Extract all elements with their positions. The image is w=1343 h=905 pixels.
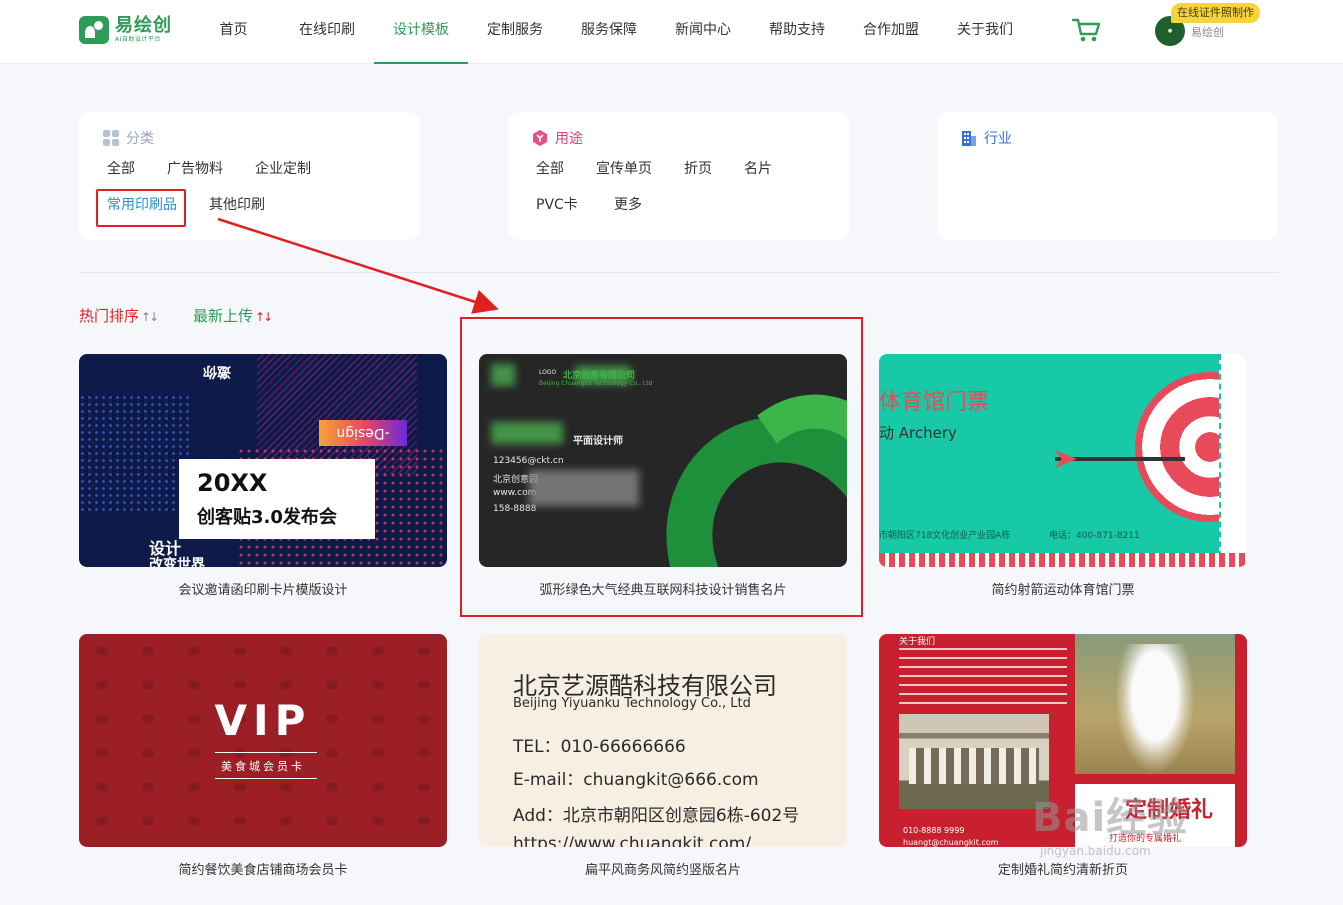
logo-mark-icon (79, 16, 109, 44)
couple-photo (1075, 634, 1235, 774)
nav-home[interactable]: 首页 (187, 0, 280, 64)
nav-design-templates[interactable]: 设计模板 (374, 0, 468, 64)
sort-hot-tab[interactable]: 热门排序 ↑↓ (79, 305, 159, 326)
section-divider (79, 272, 1279, 273)
industry-filter-title: 行业 (984, 131, 1012, 147)
usage-filter-title: 用途 (555, 131, 583, 147)
usage-option-pvc-card[interactable]: PVC卡 (536, 195, 578, 215)
usage-option-brochure[interactable]: 折页 (684, 159, 712, 179)
template-card[interactable]: VIP 美食城会员卡 简约餐饮美食店铺商场会员卡 (79, 634, 447, 882)
thumb-company-en: Beijing Chuangkit Technology Co., Ltd (539, 380, 653, 387)
template-caption[interactable]: 定制婚礼简约清新折页 (879, 859, 1247, 878)
thumb-slogan: 打造你的专属婚礼 (1109, 834, 1182, 844)
thumb-phone: TEL：010-66666666 (513, 737, 686, 757)
thumb-role: 平面设计师 (573, 436, 623, 447)
top-header: 易绘创 AI自助设计平台 首页 在线印刷 设计模板 定制服务 服务保障 新闻中心… (0, 0, 1343, 64)
thumb-phone: 电话：400-871-8211 (1049, 531, 1140, 541)
category-option-all[interactable]: 全部 (107, 159, 135, 179)
sort-arrows-icon: ↑↓ (255, 310, 273, 324)
template-thumbnail[interactable]: 邀你 -Design 20XX 创客贴3.0发布会 设计 改变世界 (79, 354, 447, 567)
usage-option-all[interactable]: 全部 (536, 159, 564, 179)
thumb-company-en: Beijing Yiyuanku Technology Co., Ltd (513, 696, 751, 711)
template-caption[interactable]: 简约餐饮美食店铺商场会员卡 (79, 859, 447, 878)
thumb-address: Add：北京市朝阳区创意园6栋-602号 (513, 806, 800, 826)
nav-help[interactable]: 帮助支持 (750, 0, 844, 64)
thumb-heading: 定制婚礼 (1125, 798, 1214, 823)
template-caption[interactable]: 弧形绿色大气经典互联网科技设计销售名片 (479, 579, 847, 598)
building-photo (899, 714, 1049, 809)
site-logo[interactable]: 易绘创 AI自助设计平台 (79, 15, 172, 45)
usage-option-flyer[interactable]: 宣传单页 (596, 159, 652, 179)
id-photo-badge[interactable]: 在线证件照制作 (1171, 3, 1260, 23)
thumb-email: 123456@ckt.cn (493, 456, 564, 466)
thumb-mirror-text: 邀你 (203, 363, 231, 379)
logo-subtitle: AI自助设计平台 (115, 36, 161, 43)
logo-name: 易绘创 (115, 15, 172, 36)
template-caption[interactable]: 简约射箭运动体育馆门票 (879, 579, 1247, 598)
main-nav: 首页 在线印刷 设计模板 定制服务 服务保障 新闻中心 帮助支持 合作加盟 关于… (187, 0, 1032, 64)
thumb-phone: 010-8888 9999 (903, 826, 965, 835)
template-card[interactable]: LOGO 北京创意有限公司 Beijing Chuangkit Technolo… (479, 354, 847, 602)
nav-service-guarantee[interactable]: 服务保障 (562, 0, 656, 64)
category-option-other-print[interactable]: 其他印刷 (209, 195, 265, 215)
thumb-subheading: 创客贴3.0发布会 (197, 507, 337, 528)
thumb-subtitle: 动 Archery (879, 424, 957, 442)
nav-partnership[interactable]: 合作加盟 (844, 0, 938, 64)
nav-online-print[interactable]: 在线印刷 (280, 0, 374, 64)
sort-arrows-icon: ↑↓ (141, 310, 159, 324)
grid-icon (103, 130, 119, 146)
usage-option-business-card[interactable]: 名片 (744, 159, 772, 179)
thumb-design-tag: -Design (319, 420, 407, 446)
template-thumbnail[interactable]: LOGO 北京创意有限公司 Beijing Chuangkit Technolo… (479, 354, 847, 567)
template-card[interactable]: 邀你 -Design 20XX 创客贴3.0发布会 设计 改变世界 会议邀请函印… (79, 354, 447, 602)
category-option-enterprise[interactable]: 企业定制 (255, 159, 311, 179)
cart-icon[interactable] (1071, 16, 1101, 44)
category-filter-title: 分类 (126, 131, 154, 147)
thumb-address: 市朝阳区718文化创业产业园A栋 (879, 531, 1011, 541)
category-option-ad-materials[interactable]: 广告物料 (167, 159, 223, 179)
thumb-website: https://www.chuangkit.com/ (513, 834, 752, 847)
thumb-vip-title: VIP (214, 696, 312, 745)
thumb-heading: 20XX (197, 469, 268, 497)
template-thumbnail[interactable]: 体育馆门票 动 Archery 市朝阳区718文化创业产业园A栋 电话：400-… (879, 354, 1247, 567)
sort-hot-label: 热门排序 (79, 307, 140, 325)
template-thumbnail[interactable]: VIP 美食城会员卡 (79, 634, 447, 847)
thumb-subtitle: 美食城会员卡 (221, 760, 305, 773)
thumb-email: E-mail：chuangkit@666.com (513, 770, 759, 790)
hexagon-icon (533, 130, 547, 146)
usage-option-more[interactable]: 更多 (614, 195, 642, 215)
user-name[interactable]: 易绘创 (1191, 24, 1224, 40)
thumb-logo-text: LOGO (539, 369, 557, 376)
template-caption[interactable]: 会议邀请函印刷卡片模版设计 (79, 579, 447, 598)
nav-custom-service[interactable]: 定制服务 (468, 0, 562, 64)
template-card[interactable]: 北京艺源酷科技有限公司 Beijing Yiyuanku Technology … (479, 634, 847, 882)
sort-new-label: 最新上传 (193, 307, 254, 325)
template-card[interactable]: 体育馆门票 动 Archery 市朝阳区718文化创业产业园A栋 电话：400-… (879, 354, 1247, 602)
category-option-common-print[interactable]: 常用印刷品 (107, 195, 177, 215)
industry-filter-card: 行业 (937, 112, 1278, 240)
thumb-email: huangt@chuangkit.com (903, 838, 999, 847)
nav-about[interactable]: 关于我们 (938, 0, 1032, 64)
thumb-tag: 改变世界 (149, 557, 205, 567)
template-caption[interactable]: 扁平风商务风简约竖版名片 (479, 859, 847, 878)
template-card[interactable]: 关于我们 010-8888 9999 huangt@chuangkit.com … (879, 634, 1247, 882)
template-thumbnail[interactable]: 关于我们 010-8888 9999 huangt@chuangkit.com … (879, 634, 1247, 847)
nav-news[interactable]: 新闻中心 (656, 0, 750, 64)
thumb-title: 体育馆门票 (879, 390, 990, 415)
building-icon (962, 131, 976, 146)
sort-new-tab[interactable]: 最新上传 ↑↓ (193, 305, 273, 326)
template-thumbnail[interactable]: 北京艺源酷科技有限公司 Beijing Yiyuanku Technology … (479, 634, 847, 847)
thumb-about: 关于我们 (899, 637, 936, 647)
